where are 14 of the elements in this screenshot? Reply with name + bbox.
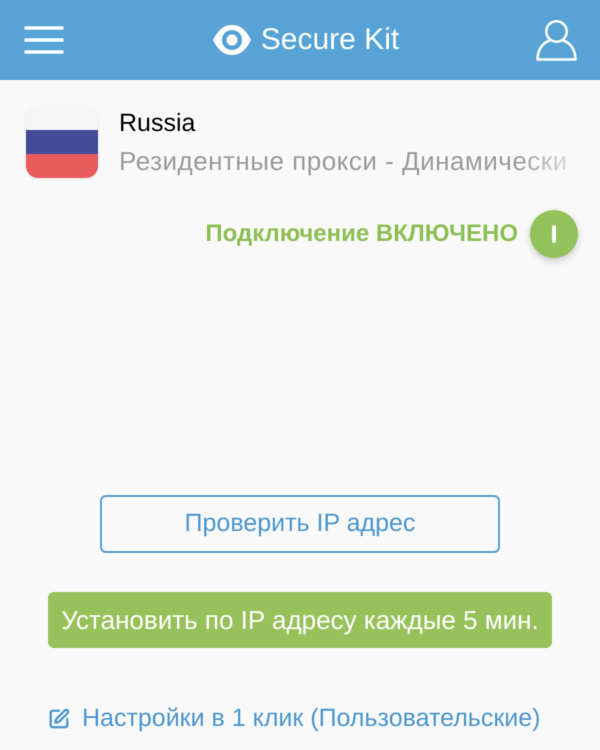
proxy-type: Резидентные прокси - Динамически: [119, 146, 568, 176]
user-icon[interactable]: [536, 20, 577, 60]
app-title: Secure Kit: [260, 25, 400, 55]
connection-status: Подключение ВКЛЮЧЕНО: [205, 219, 518, 249]
country-name: Russia: [119, 109, 196, 137]
set-ip-button[interactable]: Установить по IP адресу каждые 5 мин.: [48, 592, 552, 648]
flag-icon: [26, 106, 98, 178]
eye-icon: [212, 25, 251, 55]
check-ip-button[interactable]: Проверить IP адрес: [100, 495, 500, 553]
connection-toggle[interactable]: [530, 210, 578, 258]
menu-icon[interactable]: [24, 26, 64, 54]
vertical-bar-icon: [552, 225, 556, 243]
settings-link[interactable]: Настройки в 1 клик (Пользовательские): [48, 700, 540, 738]
edit-icon: [48, 708, 70, 730]
